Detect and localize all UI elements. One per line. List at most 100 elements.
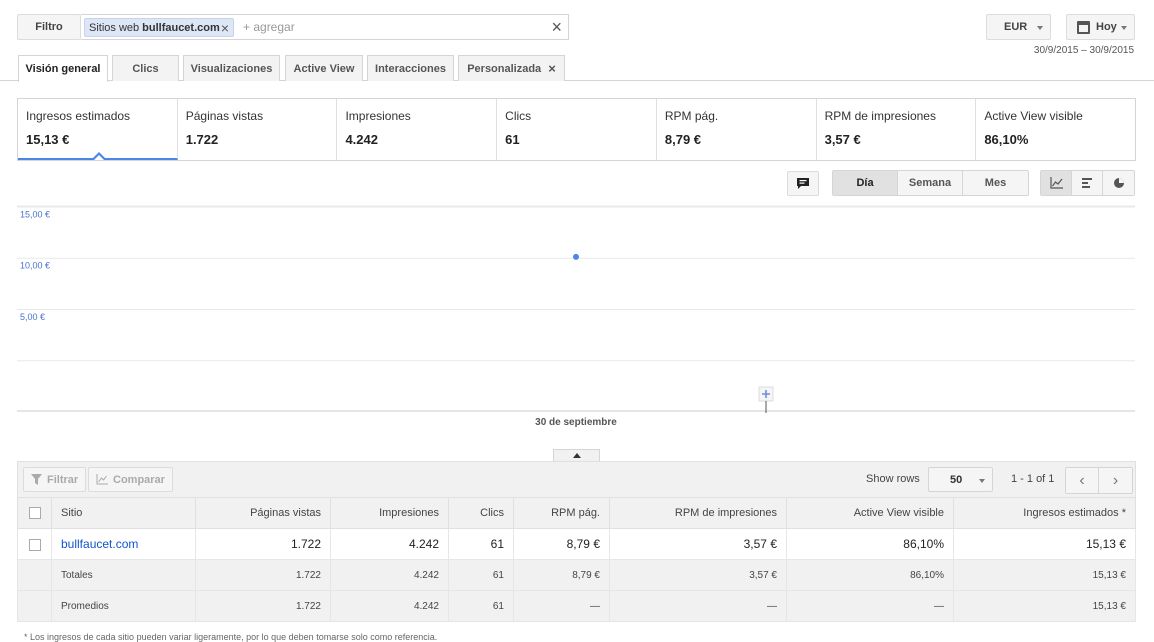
metric-value: 61 bbox=[505, 132, 520, 147]
metric-rpm-impresiones[interactable]: RPM de impresiones 3,57 € bbox=[817, 99, 977, 160]
granularity-month[interactable]: Mes bbox=[963, 171, 1028, 195]
pagination: ‹ › bbox=[1065, 467, 1133, 494]
table-row: bullfaucet.com 1.722 4.242 61 8,79 € 3,5… bbox=[17, 528, 1136, 560]
metric-rpm-pag[interactable]: RPM pág. 8,79 € bbox=[657, 99, 817, 160]
y-tick-label: 5,00 € bbox=[20, 312, 45, 322]
col-header-rpm-pag[interactable]: RPM pág. bbox=[513, 497, 610, 529]
totals-label: Totales bbox=[51, 559, 196, 591]
rows-per-page-select[interactable]: 50 bbox=[928, 467, 993, 492]
metric-active-view-visible[interactable]: Active View visible 86,10% bbox=[976, 99, 1135, 160]
revenue-chart: 20,00 €15,00 €10,00 €5,00 € 30 de septie… bbox=[17, 205, 1135, 428]
bar-chart-icon[interactable] bbox=[1072, 171, 1103, 195]
calendar-icon bbox=[1077, 20, 1090, 34]
avg-impresiones: 4.242 bbox=[330, 590, 449, 622]
col-header-ingresos[interactable]: Ingresos estimados * bbox=[953, 497, 1136, 529]
add-annotation-icon[interactable] bbox=[758, 386, 774, 413]
tab-label: Interacciones bbox=[375, 62, 446, 75]
selected-indicator-inner bbox=[94, 155, 104, 160]
y-tick-label: 15,00 € bbox=[20, 209, 50, 219]
x-tick-label: 30 de septiembre bbox=[535, 417, 617, 428]
total-rpm-pag: 8,79 € bbox=[513, 559, 610, 591]
date-picker-label: Hoy bbox=[1096, 21, 1117, 33]
line-chart-icon[interactable] bbox=[1041, 171, 1072, 195]
total-ingresos: 15,13 € bbox=[953, 559, 1136, 591]
col-header-paginas-vistas[interactable]: Páginas vistas bbox=[195, 497, 331, 529]
y-tick-label: 10,00 € bbox=[20, 261, 50, 271]
granularity-switch: Día Semana Mes bbox=[832, 170, 1029, 196]
rows-per-page-value: 50 bbox=[950, 473, 963, 486]
chevron-left-icon[interactable]: ‹ bbox=[1066, 468, 1099, 493]
filter-input[interactable]: Sitios web bullfaucet.com × + agregar × bbox=[81, 14, 569, 40]
cell-clics: 61 bbox=[448, 528, 514, 560]
tab-label: Active View bbox=[293, 62, 355, 75]
tab-clics[interactable]: Clics bbox=[112, 55, 179, 81]
site-link[interactable]: bullfaucet.com bbox=[61, 537, 138, 551]
filter-button[interactable]: Filtro bbox=[17, 14, 81, 40]
show-rows-label: Show rows bbox=[866, 473, 920, 485]
compare-button[interactable]: Comparar bbox=[88, 467, 173, 492]
cell-paginas-vistas: 1.722 bbox=[195, 528, 331, 560]
metrics-bar: Ingresos estimados 15,13 € Páginas vista… bbox=[17, 98, 1136, 161]
total-impresiones: 4.242 bbox=[330, 559, 449, 591]
averages-label: Promedios bbox=[51, 590, 196, 622]
date-picker-button[interactable]: Hoy bbox=[1066, 14, 1135, 40]
filter-chip-sites[interactable]: Sitios web bullfaucet.com × bbox=[84, 18, 234, 37]
chevron-up-icon bbox=[573, 453, 581, 458]
total-clics: 61 bbox=[448, 559, 514, 591]
filter-rows-button[interactable]: Filtrar bbox=[23, 467, 87, 492]
granularity-day[interactable]: Día bbox=[833, 171, 898, 195]
add-filter-placeholder[interactable]: + agregar bbox=[243, 20, 295, 34]
chevron-down-icon bbox=[979, 479, 985, 483]
metric-value: 86,10% bbox=[984, 132, 1029, 147]
avg-active-view: — bbox=[786, 590, 954, 622]
col-header-sitio[interactable]: Sitio bbox=[51, 497, 196, 529]
metric-impresiones[interactable]: Impresiones 4.242 bbox=[337, 99, 498, 160]
tab-interacciones[interactable]: Interacciones bbox=[367, 55, 454, 81]
metric-value: 3,57 € bbox=[824, 132, 861, 147]
currency-select[interactable]: EUR bbox=[986, 14, 1051, 40]
tab-vision-general[interactable]: Visión general bbox=[18, 55, 108, 82]
metric-paginas-vistas[interactable]: Páginas vistas 1.722 bbox=[178, 99, 338, 160]
row-checkbox[interactable] bbox=[28, 538, 41, 551]
site-cell: bullfaucet.com bbox=[51, 528, 196, 560]
metric-value: 1.722 bbox=[185, 132, 219, 147]
table-header-row: Sitio Páginas vistas Impresiones Clics R… bbox=[17, 497, 1136, 529]
annotations-button[interactable] bbox=[787, 171, 819, 196]
select-all-checkbox[interactable] bbox=[28, 507, 41, 520]
metric-label: Active View visible bbox=[984, 109, 1083, 123]
sites-table: Sitio Páginas vistas Impresiones Clics R… bbox=[17, 497, 1136, 622]
cell-active-view: 86,10% bbox=[786, 528, 954, 560]
metric-label: RPM pág. bbox=[664, 109, 719, 123]
chevron-right-icon[interactable]: › bbox=[1099, 468, 1132, 493]
metric-ingresos-estimados[interactable]: Ingresos estimados 15,13 € bbox=[18, 99, 178, 160]
chevron-down-icon bbox=[1037, 26, 1043, 30]
tab-label: Personalizada bbox=[467, 62, 542, 75]
tab-label: Visualizaciones bbox=[190, 62, 273, 75]
pie-chart-icon[interactable] bbox=[1103, 171, 1134, 195]
metric-value: 4.242 bbox=[345, 132, 378, 147]
tab-personalizada[interactable]: Personalizada × bbox=[458, 55, 565, 81]
tab-visualizaciones[interactable]: Visualizaciones bbox=[183, 55, 280, 81]
total-rpm-impresiones: 3,57 € bbox=[609, 559, 787, 591]
avg-rpm-pag: — bbox=[513, 590, 610, 622]
clear-filter-icon[interactable]: × bbox=[551, 17, 562, 38]
avg-ingresos: 15,13 € bbox=[953, 590, 1136, 622]
metric-label: Impresiones bbox=[345, 109, 411, 123]
col-header-rpm-impresiones[interactable]: RPM de impresiones bbox=[609, 497, 787, 529]
granularity-week[interactable]: Semana bbox=[898, 171, 963, 195]
metric-value: 15,13 € bbox=[26, 132, 70, 147]
tab-label: Clics bbox=[132, 62, 159, 75]
data-point[interactable] bbox=[573, 253, 579, 260]
currency-value: EUR bbox=[1004, 21, 1028, 33]
row-select-cell bbox=[17, 528, 52, 560]
close-icon[interactable]: × bbox=[548, 61, 556, 76]
compare-chart-icon bbox=[96, 474, 108, 485]
close-icon[interactable]: × bbox=[221, 20, 229, 36]
col-header-impresiones[interactable]: Impresiones bbox=[330, 497, 449, 529]
metric-clics[interactable]: Clics 61 bbox=[497, 99, 657, 160]
tab-active-view[interactable]: Active View bbox=[285, 55, 363, 81]
empty-cell bbox=[17, 590, 52, 622]
metric-value: 8,79 € bbox=[664, 132, 702, 147]
col-header-active-view[interactable]: Active View visible bbox=[786, 497, 954, 529]
col-header-clics[interactable]: Clics bbox=[448, 497, 514, 529]
